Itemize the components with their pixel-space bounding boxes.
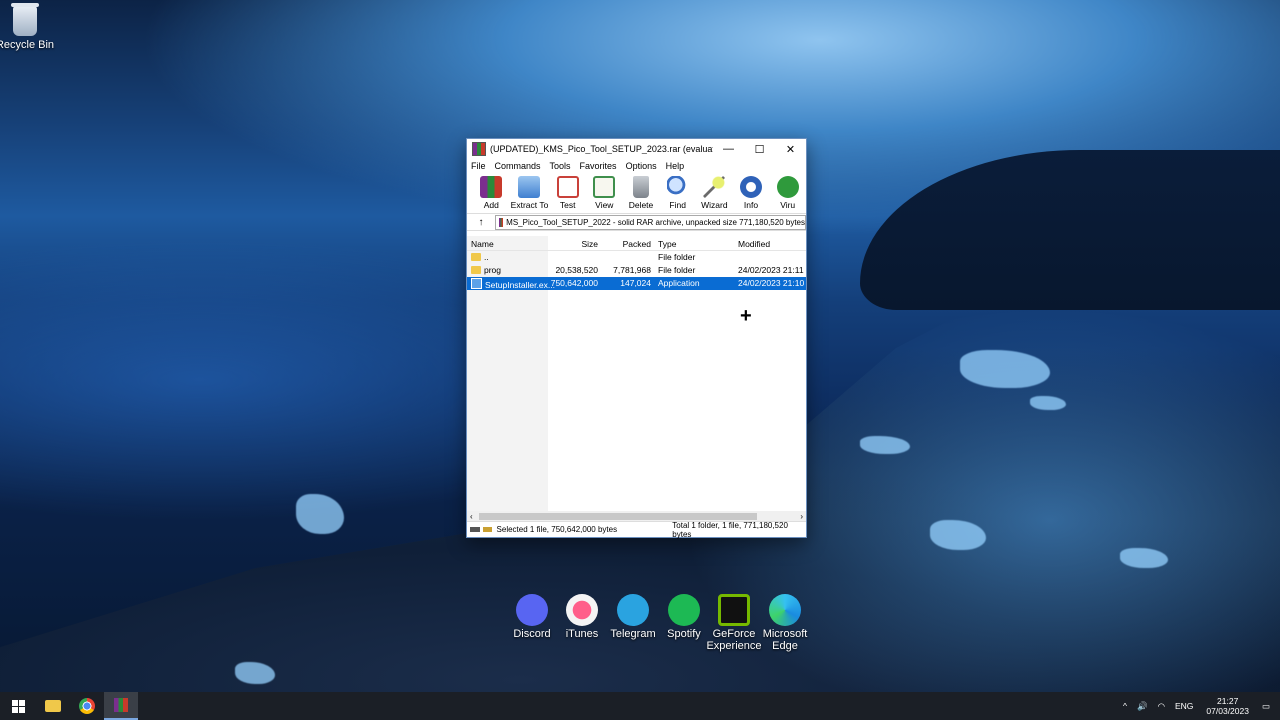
column-type[interactable]: Type (658, 239, 676, 249)
chrome-icon (79, 698, 95, 714)
menu-help[interactable]: Help (666, 159, 685, 173)
status-total: Total 1 folder, 1 file, 771,180,520 byte… (672, 520, 788, 539)
virus-scan-button[interactable]: Viru (769, 173, 806, 213)
scroll-left-icon[interactable]: ‹ (470, 512, 473, 521)
language-indicator[interactable]: ENG (1175, 701, 1193, 711)
shortcut-label: Microsoft Edge (762, 628, 808, 652)
find-icon (666, 176, 689, 198)
winrar-window[interactable]: (UPDATED)_KMS_Pico_Tool_SETUP_2023.rar (… (466, 138, 807, 539)
column-size[interactable]: Size (581, 239, 598, 249)
file-list[interactable]: Name Size Packed Type Modified .. File f… (467, 236, 806, 511)
wizard-button[interactable]: Wizard (696, 173, 733, 213)
info-icon (740, 176, 762, 198)
clock[interactable]: 21:27 07/03/2023 (1206, 696, 1249, 716)
folder-icon (471, 266, 481, 274)
test-icon (556, 176, 579, 198)
taskbar-winrar[interactable] (104, 692, 138, 720)
archive-path-text: MS_Pico_Tool_SETUP_2022 - solid RAR arch… (506, 217, 805, 227)
test-button[interactable]: Test (549, 173, 586, 213)
virus-scan-icon (776, 176, 799, 198)
telegram-icon (617, 594, 649, 626)
start-button[interactable] (0, 692, 36, 720)
ice-chunk (296, 494, 344, 534)
ice-chunk (860, 436, 910, 454)
window-title: (UPDATED)_KMS_Pico_Tool_SETUP_2023.rar (… (490, 144, 713, 154)
menu-tools[interactable]: Tools (550, 159, 571, 173)
table-row-selected[interactable]: SetupInstaller.ex... 750,642,000 147,024… (467, 277, 806, 290)
toolbar: Add Extract To Test View Delete Find Wiz… (467, 173, 806, 214)
clock-time: 21:27 (1217, 696, 1239, 706)
status-selection: Selected 1 file, 750,642,000 bytes (496, 525, 618, 534)
archive-icon (499, 217, 504, 227)
column-name[interactable]: Name (471, 239, 494, 249)
add-icon (480, 176, 503, 198)
add-button[interactable]: Add (473, 173, 510, 213)
chevron-up-icon[interactable]: ^ (1123, 701, 1127, 711)
column-packed[interactable]: Packed (623, 239, 651, 249)
list-header: Name Size Packed Type Modified (467, 236, 806, 251)
taskbar: ^ 🔊 ◠ ENG 21:27 07/03/2023 ▭ (0, 692, 1280, 720)
status-bar: Selected 1 file, 750,642,000 bytes Total… (467, 520, 806, 539)
up-arrow-icon[interactable]: ↑ (467, 217, 495, 228)
windows-logo-icon (11, 699, 25, 713)
view-icon (593, 176, 616, 198)
taskbar-chrome[interactable] (70, 692, 104, 720)
key-icon (482, 527, 492, 532)
discord-icon (516, 594, 548, 626)
recycle-bin-icon (11, 3, 39, 36)
close-button[interactable]: ✕ (775, 139, 806, 159)
extract-icon (518, 176, 541, 198)
clock-date: 07/03/2023 (1206, 706, 1249, 716)
drive-icon (470, 527, 480, 532)
taskbar-file-explorer[interactable] (36, 692, 70, 720)
wizard-icon (703, 176, 726, 198)
edge-shortcut[interactable]: Microsoft Edge (750, 594, 820, 652)
folder-icon (45, 700, 61, 712)
winrar-icon (472, 142, 486, 156)
geforce-icon (718, 594, 750, 626)
delete-button[interactable]: Delete (623, 173, 660, 213)
scrollbar-thumb[interactable] (479, 513, 757, 520)
view-button[interactable]: View (586, 173, 623, 213)
find-button[interactable]: Find (659, 173, 696, 213)
folder-icon (471, 253, 481, 261)
extract-to-button[interactable]: Extract To (510, 173, 550, 213)
itunes-icon (566, 594, 598, 626)
ice-chunk (1030, 396, 1066, 410)
menu-favorites[interactable]: Favorites (580, 159, 617, 173)
network-icon[interactable]: ◠ (1158, 701, 1165, 712)
system-tray: ^ 🔊 ◠ ENG 21:27 07/03/2023 ▭ (1118, 696, 1280, 716)
maximize-button[interactable]: ☐ (744, 139, 775, 159)
archive-path-field[interactable]: MS_Pico_Tool_SETUP_2022 - solid RAR arch… (495, 214, 806, 230)
menu-options[interactable]: Options (626, 159, 657, 173)
minimize-button[interactable]: — (713, 139, 744, 159)
table-row[interactable]: .. File folder (467, 251, 806, 264)
notifications-icon[interactable]: ▭ (1262, 701, 1270, 712)
info-button[interactable]: Info (733, 173, 770, 213)
delete-icon (632, 176, 649, 198)
edge-icon (769, 594, 801, 626)
menu-commands[interactable]: Commands (495, 159, 541, 173)
spotify-icon (668, 594, 700, 626)
menu-bar: File Commands Tools Favorites Options He… (467, 159, 806, 173)
title-bar[interactable]: (UPDATED)_KMS_Pico_Tool_SETUP_2023.rar (… (467, 139, 806, 159)
crosshair-cursor-icon: + (740, 305, 752, 327)
address-bar: ↑ MS_Pico_Tool_SETUP_2022 - solid RAR ar… (467, 214, 806, 231)
winrar-icon (114, 698, 128, 712)
application-icon (471, 278, 482, 289)
menu-file[interactable]: File (471, 159, 486, 173)
column-modified[interactable]: Modified (738, 239, 770, 249)
recycle-bin[interactable]: Recycle Bin (0, 3, 60, 51)
table-row[interactable]: prog 20,538,520 7,781,968 File folder 24… (467, 264, 806, 277)
recycle-bin-label: Recycle Bin (0, 39, 55, 51)
volume-icon[interactable]: 🔊 (1137, 701, 1148, 712)
